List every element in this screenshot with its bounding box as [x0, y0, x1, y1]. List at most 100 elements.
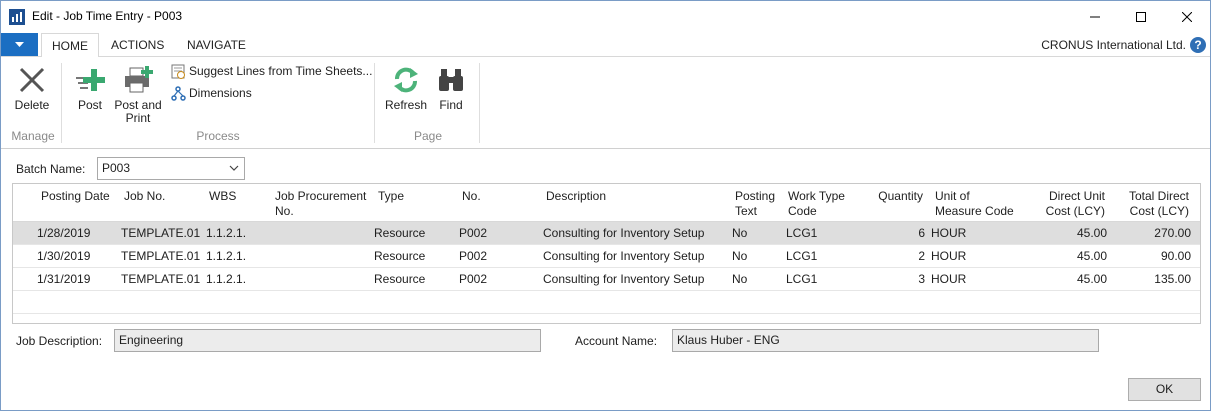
cell-direct-unit-cost[interactable]: 45.00 [1023, 226, 1107, 240]
col-direct-unit-line1: Direct Unit [1048, 189, 1105, 203]
find-button[interactable]: Find [433, 65, 469, 112]
cell-quantity[interactable]: 6 [863, 226, 925, 240]
batch-name-select[interactable]: P003 [97, 157, 245, 180]
cell-direct-unit-cost[interactable]: 45.00 [1023, 249, 1107, 263]
group-page-label: Page [413, 129, 443, 143]
col-posting-date[interactable]: Posting Date [41, 189, 110, 204]
account-name-value: Klaus Huber - ENG [677, 333, 780, 347]
cell-posting-date[interactable]: 1/31/2019 [37, 272, 90, 286]
refresh-button[interactable]: Refresh [385, 65, 427, 112]
col-posting-text[interactable]: Posting Text [735, 189, 775, 219]
close-button[interactable] [1164, 1, 1210, 33]
col-type[interactable]: Type [378, 189, 404, 204]
help-icon[interactable]: ? [1190, 37, 1206, 53]
group-separator [374, 63, 375, 143]
suggest-lines-button[interactable]: Suggest Lines from Time Sheets... [171, 62, 372, 80]
suggest-lines-label: Suggest Lines from Time Sheets... [189, 64, 373, 78]
cell-wbs[interactable]: 1.1.2.1. [206, 272, 246, 286]
ribbon-tab-bar: HOME ACTIONS NAVIGATE CRONUS Internation… [1, 33, 1210, 58]
grid-header: Posting Date Job No. WBS Job Procurement… [13, 184, 1200, 222]
cell-uom[interactable]: HOUR [931, 249, 966, 263]
col-quantity[interactable]: Quantity [863, 189, 923, 204]
col-work-type-line2: Code [788, 204, 817, 218]
job-description-field: Engineering [114, 329, 541, 352]
cell-posting-text[interactable]: No [732, 272, 747, 286]
cell-posting-text[interactable]: No [732, 249, 747, 263]
col-total-direct-cost[interactable]: Total Direct Cost (LCY) [1109, 189, 1189, 219]
minimize-button[interactable] [1072, 1, 1118, 33]
cell-description[interactable]: Consulting for Inventory Setup [543, 272, 704, 286]
tab-home[interactable]: HOME [41, 33, 99, 58]
post-and-print-button[interactable]: Post and Print [113, 65, 163, 125]
dialog-window: Edit - Job Time Entry - P003 HOME ACTION… [0, 0, 1211, 411]
col-total-direct-line2: Cost (LCY) [1129, 204, 1189, 218]
company-name: CRONUS International Ltd. [1041, 38, 1186, 52]
table-row[interactable]: 1/31/2019 TEMPLATE.01 1.1.2.1. Resource … [13, 268, 1200, 291]
cell-job-no[interactable]: TEMPLATE.01 [121, 272, 200, 286]
close-icon [1182, 12, 1192, 22]
ok-button[interactable]: OK [1128, 378, 1201, 401]
cell-total-direct-cost[interactable]: 135.00 [1109, 272, 1191, 286]
cell-job-no[interactable]: TEMPLATE.01 [121, 249, 200, 263]
cell-total-direct-cost[interactable]: 270.00 [1109, 226, 1191, 240]
time-sheet-icon [171, 64, 185, 79]
cell-uom[interactable]: HOUR [931, 226, 966, 240]
batch-name-value: P003 [102, 161, 131, 175]
cell-total-direct-cost[interactable]: 90.00 [1109, 249, 1191, 263]
table-row[interactable]: 1/30/2019 TEMPLATE.01 1.1.2.1. Resource … [13, 245, 1200, 268]
app-icon [9, 9, 25, 25]
col-wbs[interactable]: WBS [209, 189, 236, 204]
col-no[interactable]: No. [462, 189, 481, 204]
delete-button[interactable]: Delete [11, 65, 53, 112]
dimensions-label: Dimensions [189, 86, 252, 100]
cell-type[interactable]: Resource [374, 249, 425, 263]
cell-type[interactable]: Resource [374, 226, 425, 240]
post-button[interactable]: Post [73, 65, 107, 112]
refresh-label: Refresh [385, 98, 428, 112]
cell-posting-date[interactable]: 1/30/2019 [37, 249, 90, 263]
group-separator [479, 63, 480, 143]
col-uom-line1: Unit of [935, 189, 970, 203]
cell-quantity[interactable]: 2 [863, 249, 925, 263]
col-unit-of-measure[interactable]: Unit of Measure Code [935, 189, 1014, 219]
delete-icon [19, 67, 45, 93]
table-row[interactable]: 1/28/2019 TEMPLATE.01 1.1.2.1. Resource … [13, 222, 1200, 245]
col-direct-unit-cost[interactable]: Direct Unit Cost (LCY) [1023, 189, 1105, 219]
cell-direct-unit-cost[interactable]: 45.00 [1023, 272, 1107, 286]
tab-navigate[interactable]: NAVIGATE [177, 33, 256, 57]
title-bar: Edit - Job Time Entry - P003 [1, 1, 1210, 33]
group-process-label: Process [196, 129, 240, 143]
cell-job-no[interactable]: TEMPLATE.01 [121, 226, 200, 240]
refresh-icon [394, 67, 418, 93]
job-journal-grid: Posting Date Job No. WBS Job Procurement… [12, 183, 1201, 324]
cell-work-type[interactable]: LCG1 [786, 272, 817, 286]
ribbon: Delete Manage Post Post and Print Sugges… [1, 57, 1210, 149]
maximize-button[interactable] [1118, 1, 1164, 33]
col-job-no[interactable]: Job No. [124, 189, 165, 204]
cell-work-type[interactable]: LCG1 [786, 249, 817, 263]
chevron-down-icon [229, 165, 239, 171]
cell-posting-date[interactable]: 1/28/2019 [37, 226, 90, 240]
cell-wbs[interactable]: 1.1.2.1. [206, 226, 246, 240]
cell-work-type[interactable]: LCG1 [786, 226, 817, 240]
cell-no[interactable]: P002 [459, 249, 487, 263]
tab-actions[interactable]: ACTIONS [101, 33, 174, 57]
cell-type[interactable]: Resource [374, 272, 425, 286]
col-work-type-code[interactable]: Work Type Code [788, 189, 845, 219]
cell-posting-text[interactable]: No [732, 226, 747, 240]
col-job-procurement[interactable]: Job Procurement No. [275, 189, 366, 219]
app-menu-button[interactable] [1, 33, 38, 56]
cell-uom[interactable]: HOUR [931, 272, 966, 286]
cell-no[interactable]: P002 [459, 226, 487, 240]
cell-no[interactable]: P002 [459, 272, 487, 286]
delete-label: Delete [14, 98, 50, 112]
cell-wbs[interactable]: 1.1.2.1. [206, 249, 246, 263]
dimensions-button[interactable]: Dimensions [171, 84, 252, 102]
empty-row[interactable] [13, 291, 1200, 314]
cell-description[interactable]: Consulting for Inventory Setup [543, 249, 704, 263]
cell-description[interactable]: Consulting for Inventory Setup [543, 226, 704, 240]
cell-quantity[interactable]: 3 [863, 272, 925, 286]
col-job-procurement-line2: No. [275, 204, 294, 218]
dimensions-icon [171, 85, 186, 101]
col-description[interactable]: Description [546, 189, 606, 204]
